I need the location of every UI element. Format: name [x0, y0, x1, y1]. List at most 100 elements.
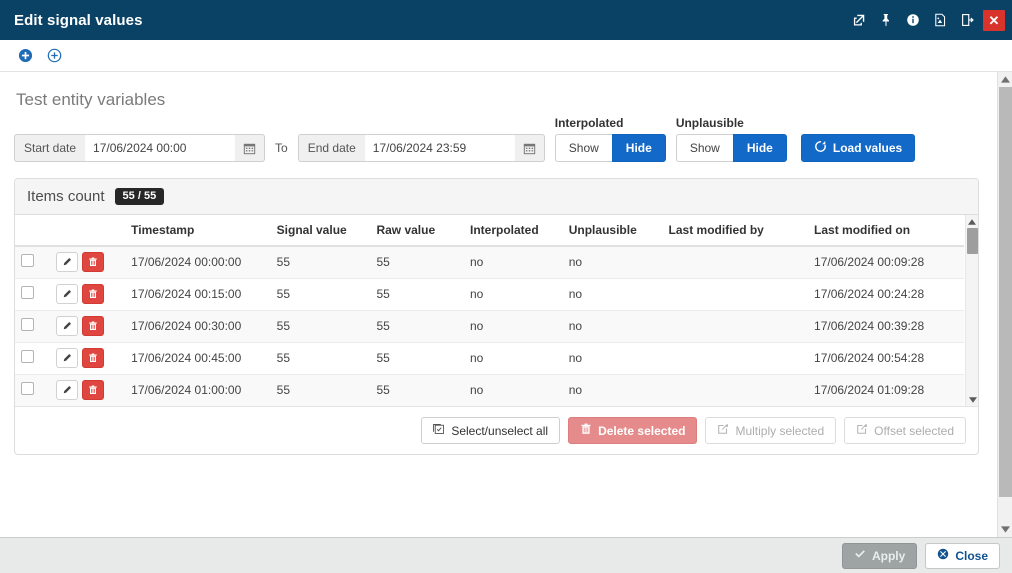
- dialog-titlebar: Edit signal values ✕: [0, 0, 1012, 40]
- trash-icon[interactable]: [82, 380, 104, 400]
- popout-icon[interactable]: [848, 0, 870, 40]
- end-date-calendar-icon[interactable]: [515, 134, 545, 162]
- row-select-cell: [15, 374, 50, 406]
- multiply-selected-button[interactable]: Multiply selected: [705, 417, 836, 444]
- unplausible-filter: Unplausible Show Hide: [666, 134, 787, 162]
- row-checkbox[interactable]: [21, 254, 34, 267]
- delete-selected-button[interactable]: Delete selected: [568, 417, 697, 444]
- unplausible-show-button[interactable]: Show: [676, 134, 733, 162]
- pdf-icon[interactable]: [929, 0, 951, 40]
- table-scrollbar-thumb[interactable]: [967, 228, 978, 254]
- col-interpolated: Interpolated: [464, 215, 563, 246]
- pencil-icon[interactable]: [56, 284, 78, 304]
- cell-signal-value: 55: [271, 374, 371, 406]
- select-unselect-all-button[interactable]: Select/unselect all: [421, 417, 560, 444]
- row-checkbox[interactable]: [21, 318, 34, 331]
- table-scrollbar[interactable]: [965, 215, 978, 406]
- trash-icon[interactable]: [82, 348, 104, 368]
- offset-selected-button[interactable]: Offset selected: [844, 417, 966, 444]
- pencil-icon[interactable]: [56, 348, 78, 368]
- panel-actions: Select/unselect all Delete selected Mult…: [15, 407, 978, 454]
- to-label: To: [265, 134, 298, 162]
- close-circle-icon: [937, 548, 949, 563]
- cell-last-modified-by: [663, 278, 809, 310]
- table-row[interactable]: 17/06/2024 00:00:00 55 55 no no 17/06/20…: [15, 246, 964, 278]
- table-scroll-up-icon[interactable]: [966, 215, 978, 228]
- page-scroll-down-icon[interactable]: [998, 522, 1012, 537]
- cell-unplausible: no: [563, 342, 663, 374]
- cell-last-modified-on: 17/06/2024 00:54:28: [808, 342, 964, 374]
- load-values-label: Load values: [833, 141, 902, 155]
- close-button[interactable]: Close: [925, 543, 1000, 569]
- table-row[interactable]: 17/06/2024 01:00:00 55 55 no no 17/06/20…: [15, 374, 964, 406]
- col-last-modified-by: Last modified by: [663, 215, 809, 246]
- main-content: Test entity variables Start date 17/06/2…: [0, 72, 997, 537]
- panel-header: Items count 55 / 55: [15, 179, 978, 215]
- filter-bar: Start date 17/06/2024 00:00 To End date …: [14, 132, 981, 162]
- pencil-icon[interactable]: [56, 316, 78, 336]
- start-date-calendar-icon[interactable]: [235, 134, 265, 162]
- col-signal-value: Signal value: [271, 215, 371, 246]
- cell-interpolated: no: [464, 342, 563, 374]
- trash-icon[interactable]: [82, 252, 104, 272]
- plus-circle-outline-icon[interactable]: [47, 48, 62, 63]
- row-checkbox[interactable]: [21, 350, 34, 363]
- cell-unplausible: no: [563, 246, 663, 278]
- close-icon[interactable]: ✕: [983, 10, 1005, 31]
- trash-icon[interactable]: [82, 284, 104, 304]
- unplausible-hide-button[interactable]: Hide: [733, 134, 787, 162]
- table-row[interactable]: 17/06/2024 00:15:00 55 55 no no 17/06/20…: [15, 278, 964, 310]
- interpolated-hide-button[interactable]: Hide: [612, 134, 666, 162]
- table-scroll-area: Timestamp Signal value Raw value Interpo…: [15, 215, 978, 407]
- start-date-label: Start date: [14, 134, 85, 162]
- delete-selected-label: Delete selected: [598, 424, 685, 438]
- col-select: [15, 215, 50, 246]
- table-header-row: Timestamp Signal value Raw value Interpo…: [15, 215, 964, 246]
- trash-icon[interactable]: [82, 316, 104, 336]
- start-date-group: Start date 17/06/2024 00:00: [14, 134, 265, 162]
- page-scrollbar-thumb[interactable]: [999, 87, 1012, 497]
- cell-unplausible: no: [563, 374, 663, 406]
- row-checkbox[interactable]: [21, 286, 34, 299]
- interpolated-show-button[interactable]: Show: [555, 134, 612, 162]
- end-date-input[interactable]: 17/06/2024 23:59: [365, 134, 515, 162]
- start-date-input[interactable]: 17/06/2024 00:00: [85, 134, 235, 162]
- apply-button[interactable]: Apply: [842, 543, 917, 569]
- table-row[interactable]: 17/06/2024 00:30:00 55 55 no no 17/06/20…: [15, 310, 964, 342]
- row-actions-cell: [50, 342, 125, 374]
- pin-icon[interactable]: [875, 0, 897, 40]
- dialog-toolbar: [0, 40, 1012, 72]
- load-values-button[interactable]: Load values: [801, 134, 915, 162]
- row-actions-cell: [50, 374, 125, 406]
- row-checkbox[interactable]: [21, 382, 34, 395]
- plus-circle-filled-icon[interactable]: [18, 48, 33, 63]
- row-actions-cell: [50, 406, 125, 407]
- trash-icon: [580, 423, 592, 438]
- row-actions-cell: [50, 278, 125, 310]
- interpolated-filter: Interpolated Show Hide: [545, 134, 666, 162]
- info-icon[interactable]: [902, 0, 924, 40]
- page-scrollbar[interactable]: [997, 72, 1012, 537]
- end-date-label: End date: [298, 134, 365, 162]
- pencil-icon[interactable]: [56, 252, 78, 272]
- table-scroll-down-icon[interactable]: [966, 393, 978, 406]
- col-timestamp: Timestamp: [125, 215, 271, 246]
- refresh-icon: [814, 140, 827, 156]
- cell-timestamp: 17/06/2024 01:15:00: [125, 406, 271, 407]
- cell-last-modified-by: [663, 374, 809, 406]
- cell-interpolated: no: [464, 246, 563, 278]
- page-scroll-up-icon[interactable]: [998, 72, 1012, 87]
- cell-last-modified-on: 17/06/2024 01:24:28: [808, 406, 964, 407]
- cell-signal-value: 55: [271, 406, 371, 407]
- cell-timestamp: 17/06/2024 01:00:00: [125, 374, 271, 406]
- collapse-icon[interactable]: [956, 0, 978, 40]
- pencil-icon[interactable]: [56, 380, 78, 400]
- table-row[interactable]: 17/06/2024 01:15:00 55 55 no no 17/06/20…: [15, 406, 964, 407]
- cell-last-modified-by: [663, 310, 809, 342]
- cell-last-modified-by: [663, 406, 809, 407]
- row-select-cell: [15, 310, 50, 342]
- table-row[interactable]: 17/06/2024 00:45:00 55 55 no no 17/06/20…: [15, 342, 964, 374]
- cell-timestamp: 17/06/2024 00:00:00: [125, 246, 271, 278]
- cell-timestamp: 17/06/2024 00:45:00: [125, 342, 271, 374]
- cell-last-modified-on: 17/06/2024 00:39:28: [808, 310, 964, 342]
